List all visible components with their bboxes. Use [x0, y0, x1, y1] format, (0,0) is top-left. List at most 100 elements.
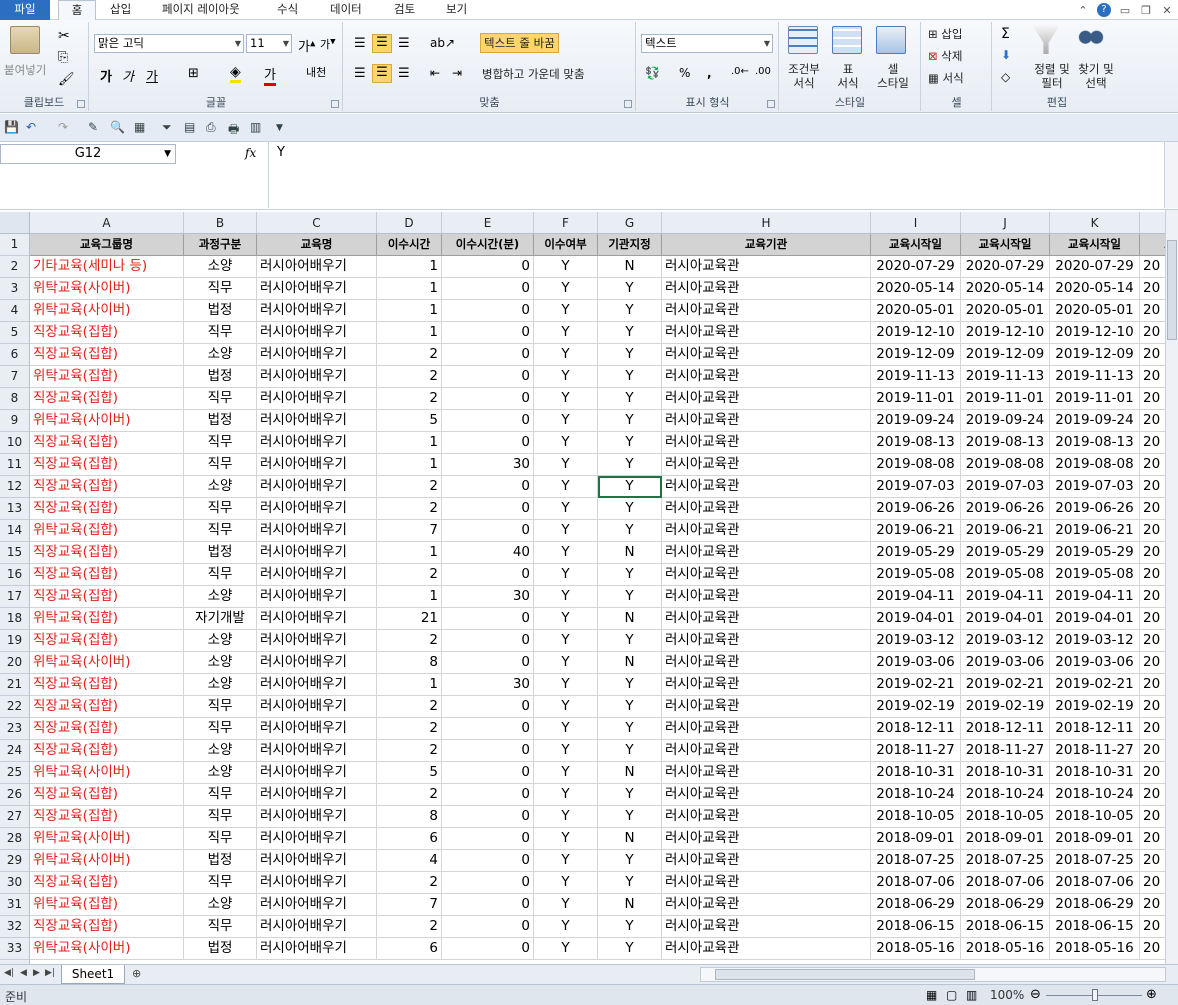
cell[interactable]: Y: [598, 784, 662, 806]
cell[interactable]: 2: [377, 630, 442, 652]
filter-qat-icon[interactable]: ⏷: [162, 120, 172, 135]
tab-home[interactable]: 홈: [58, 0, 96, 21]
shrink-font-icon[interactable]: 가▼: [320, 36, 336, 52]
cell[interactable]: 러시아어배우기: [257, 696, 377, 718]
cell[interactable]: 소양: [184, 674, 257, 696]
cell[interactable]: 직장교육(집합): [30, 674, 184, 696]
column-header-h[interactable]: H: [662, 212, 871, 234]
cell[interactable]: 소양: [184, 630, 257, 652]
cell[interactable]: Y: [598, 586, 662, 608]
cell[interactable]: 2018-11-27: [961, 740, 1050, 762]
cell[interactable]: 2019-02-19: [1050, 696, 1140, 718]
undo-icon[interactable]: ↶: [26, 120, 36, 134]
cell[interactable]: 21: [377, 608, 442, 630]
cell[interactable]: 20: [1140, 630, 1165, 652]
cell[interactable]: 2018-10-24: [1050, 784, 1140, 806]
header-cell[interactable]: 교육시작일: [1050, 234, 1140, 256]
cell[interactable]: 2018-06-29: [961, 894, 1050, 916]
alignment-launcher-icon[interactable]: [624, 100, 632, 108]
fill-color-icon[interactable]: ◈: [230, 64, 241, 83]
align-left-icon[interactable]: ☰: [354, 66, 366, 81]
next-sheet-icon[interactable]: ▶: [33, 968, 40, 978]
customize-qat-icon[interactable]: ▼: [276, 123, 283, 133]
column-header-j[interactable]: J: [961, 212, 1050, 234]
cell[interactable]: Y: [598, 344, 662, 366]
cell[interactable]: 8: [377, 806, 442, 828]
cell[interactable]: 0: [442, 894, 534, 916]
zoom-level[interactable]: 100%: [990, 988, 1024, 1002]
cell[interactable]: 러시아어배우기: [257, 300, 377, 322]
cell[interactable]: 20: [1140, 850, 1165, 872]
header-cell[interactable]: 교육시작일: [871, 234, 961, 256]
cell[interactable]: 위탁교육(사이버): [30, 410, 184, 432]
tab-insert[interactable]: 삽입: [110, 0, 131, 20]
cell[interactable]: 러시아어배우기: [257, 630, 377, 652]
cell[interactable]: 직무: [184, 784, 257, 806]
cell[interactable]: 0: [442, 784, 534, 806]
cell[interactable]: 0: [442, 410, 534, 432]
orientation-icon[interactable]: ab↗: [430, 36, 455, 50]
cell[interactable]: Y: [534, 652, 598, 674]
cell[interactable]: 0: [442, 300, 534, 322]
column-header-i[interactable]: I: [871, 212, 961, 234]
cell[interactable]: 2019-04-01: [961, 608, 1050, 630]
row-header[interactable]: 4: [0, 300, 30, 322]
cell[interactable]: 2018-06-15: [961, 916, 1050, 938]
row-header[interactable]: 23: [0, 718, 30, 740]
row-header[interactable]: 29: [0, 850, 30, 872]
cell[interactable]: Y: [534, 696, 598, 718]
cell[interactable]: Y: [598, 630, 662, 652]
cell[interactable]: 1: [377, 256, 442, 278]
cell[interactable]: 2018-11-27: [1050, 740, 1140, 762]
cell[interactable]: 기타교육(세미나 등): [30, 256, 184, 278]
cell[interactable]: Y: [534, 454, 598, 476]
header-cell[interactable]: 이수시간(분): [442, 234, 534, 256]
cell[interactable]: Y: [534, 586, 598, 608]
cell[interactable]: 2018-05-16: [1050, 938, 1140, 960]
cell[interactable]: 러시아교육관: [662, 784, 871, 806]
cell[interactable]: 2019-08-08: [871, 454, 961, 476]
find-select-button[interactable]: 찾기 및 선택: [1073, 62, 1119, 90]
row-header[interactable]: 18: [0, 608, 30, 630]
cell[interactable]: 2019-03-12: [961, 630, 1050, 652]
cell[interactable]: 러시아어배우기: [257, 344, 377, 366]
cell[interactable]: 2018-06-29: [871, 894, 961, 916]
cell[interactable]: 러시아교육관: [662, 586, 871, 608]
row-header[interactable]: 31: [0, 894, 30, 916]
cell[interactable]: 직장교육(집합): [30, 388, 184, 410]
cell[interactable]: 소양: [184, 762, 257, 784]
cell[interactable]: 0: [442, 476, 534, 498]
cell[interactable]: 6: [377, 828, 442, 850]
row-header[interactable]: 27: [0, 806, 30, 828]
cell[interactable]: 러시아교육관: [662, 740, 871, 762]
cell[interactable]: 2018-10-31: [871, 762, 961, 784]
cell[interactable]: 2019-02-21: [1050, 674, 1140, 696]
cell[interactable]: 위탁교육(사이버): [30, 278, 184, 300]
cell[interactable]: Y: [598, 696, 662, 718]
cell[interactable]: 20: [1140, 542, 1165, 564]
cell[interactable]: 러시아교육관: [662, 718, 871, 740]
cell[interactable]: 직장교육(집합): [30, 432, 184, 454]
vertical-scrollbar[interactable]: [1165, 210, 1178, 964]
cell[interactable]: 러시아교육관: [662, 762, 871, 784]
cell[interactable]: 러시아교육관: [662, 564, 871, 586]
header-cell[interactable]: 기관지정: [598, 234, 662, 256]
row-header[interactable]: 9: [0, 410, 30, 432]
cell[interactable]: 러시아교육관: [662, 498, 871, 520]
format-table-icon[interactable]: [832, 26, 862, 54]
cell[interactable]: 직장교육(집합): [30, 344, 184, 366]
cell[interactable]: 러시아교육관: [662, 652, 871, 674]
cell[interactable]: 2020-05-01: [961, 300, 1050, 322]
header-cell[interactable]: 교육기관: [662, 234, 871, 256]
row-header[interactable]: 15: [0, 542, 30, 564]
cell[interactable]: N: [598, 762, 662, 784]
cell[interactable]: 2018-09-01: [961, 828, 1050, 850]
zoom-in-icon[interactable]: ⊕: [1146, 987, 1157, 1002]
formula-input[interactable]: Y: [268, 142, 1164, 208]
cell[interactable]: Y: [534, 300, 598, 322]
save-icon[interactable]: 💾: [4, 120, 19, 134]
cell[interactable]: 2019-04-11: [871, 586, 961, 608]
column-header-l[interactable]: L: [1140, 212, 1165, 234]
cell[interactable]: 직장교육(집합): [30, 586, 184, 608]
column-header-d[interactable]: D: [377, 212, 442, 234]
